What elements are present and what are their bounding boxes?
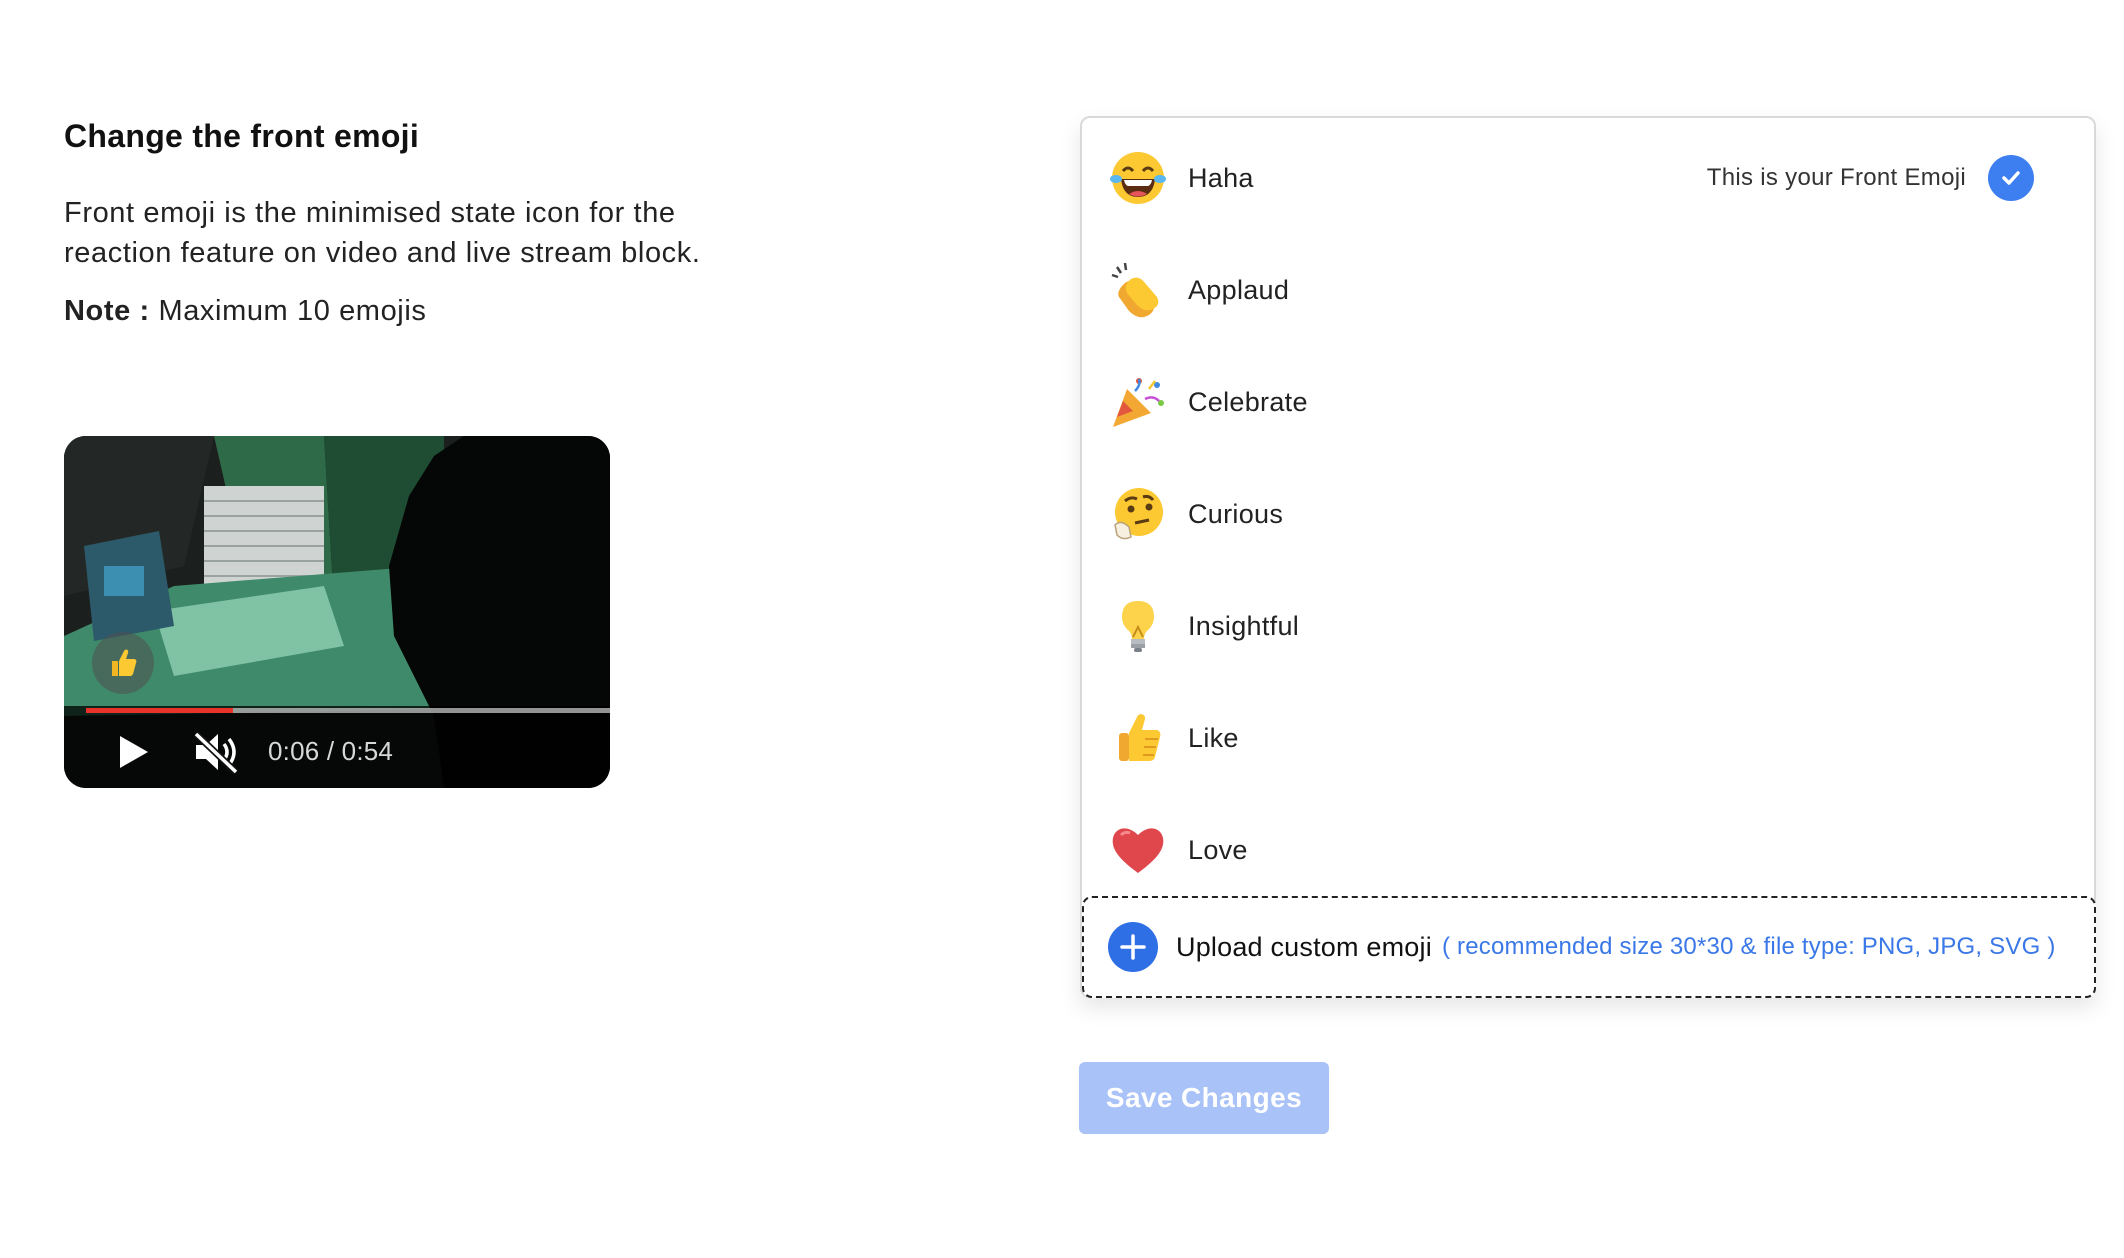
section-description: Front emoji is the minimised state icon …: [64, 197, 701, 269]
emoji-label: Haha: [1188, 162, 1254, 193]
note: Note : Maximum 10 emojis: [64, 295, 764, 328]
emoji-option-insightful[interactable]: Insightful: [1082, 570, 2094, 682]
upload-custom-emoji[interactable]: Upload custom emoji ( recommended size 3…: [1082, 896, 2096, 998]
muted-icon: [193, 731, 239, 775]
video-preview[interactable]: 0:06 / 0:54: [64, 436, 610, 788]
clapping-hands-icon: [1108, 260, 1168, 320]
emoji-option-love[interactable]: Love: [1082, 794, 2094, 906]
reaction-button[interactable]: [92, 632, 154, 694]
upload-hint: ( recommended size 30*30 & file type: PN…: [1442, 933, 2056, 960]
plus-icon: [1108, 922, 1158, 972]
time-display: 0:06 / 0:54: [268, 736, 394, 766]
description-section: Change the front emoji Front emoji is th…: [64, 118, 764, 328]
save-changes-button[interactable]: Save Changes: [1079, 1062, 1329, 1134]
emoji-option-like[interactable]: Like: [1082, 682, 2094, 794]
emoji-option-applaud[interactable]: Applaud: [1082, 234, 2094, 346]
emoji-panel: Haha This is your Front Emoji Applaud Ce…: [1080, 116, 2096, 998]
light-bulb-icon: [1108, 596, 1168, 656]
front-emoji-note: This is your Front Emoji: [1706, 164, 1966, 191]
progress-fill: [86, 708, 233, 713]
emoji-label: Love: [1188, 834, 1248, 865]
play-icon: [120, 736, 148, 768]
party-popper-icon: [1108, 372, 1168, 432]
emoji-label: Celebrate: [1188, 386, 1308, 417]
thinking-face-icon: [1108, 484, 1168, 544]
emoji-label: Like: [1188, 722, 1239, 753]
note-text: Maximum 10 emojis: [158, 295, 427, 327]
emoji-option-celebrate[interactable]: Celebrate: [1082, 346, 2094, 458]
emoji-option-curious[interactable]: Curious: [1082, 458, 2094, 570]
upload-label: Upload custom emoji: [1176, 931, 1432, 962]
heart-icon: [1108, 820, 1168, 880]
thumbs-up-icon: [112, 649, 137, 676]
checkmark-icon: [1988, 155, 2034, 201]
thumbs-up-icon: [1108, 708, 1168, 768]
play-button[interactable]: [116, 732, 152, 777]
section-title: Change the front emoji: [64, 118, 420, 154]
page: Change the front emoji Front emoji is th…: [0, 0, 2124, 1258]
emoji-label: Applaud: [1188, 274, 1290, 305]
laughing-tears-icon: [1108, 148, 1168, 208]
progress-track[interactable]: [86, 708, 610, 713]
emoji-label: Curious: [1188, 498, 1284, 529]
mute-button[interactable]: [192, 730, 240, 779]
emoji-label: Insightful: [1188, 610, 1300, 641]
emoji-option-haha[interactable]: Haha This is your Front Emoji: [1082, 122, 2094, 234]
note-label: Note :: [64, 295, 150, 327]
